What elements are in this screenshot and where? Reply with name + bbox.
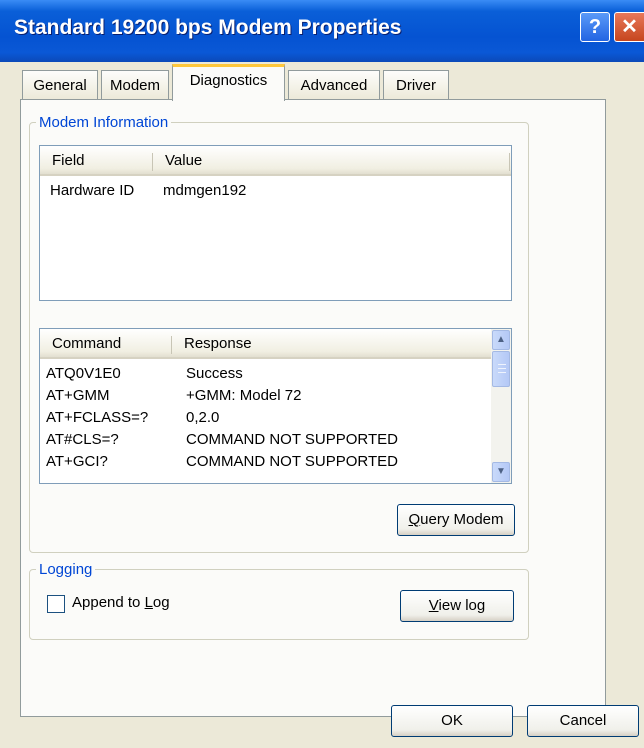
info-list-header: Field Value [40,146,511,176]
modem-info-list[interactable]: Field Value Hardware ID mdmgen192 [39,145,512,301]
command-list-header: Command Response [40,329,492,359]
close-icon: ✕ [621,16,638,38]
append-to-log-label[interactable]: Append to Log [72,594,170,611]
table-row[interactable]: AT+GMM +GMM: Model 72 [40,385,490,407]
help-icon: ? [588,16,602,38]
tab-modem[interactable]: Modem [101,70,169,100]
table-row[interactable]: ATQ0V1E0 Success [40,363,490,385]
value-cell: mdmgen192 [163,182,247,199]
vertical-scrollbar[interactable]: ▲ ▼ [491,329,511,483]
tab-general[interactable]: General [22,70,98,100]
table-row[interactable]: AT+GCI? COMMAND NOT SUPPORTED [40,451,490,473]
response-cell: +GMM: Model 72 [186,387,302,404]
table-row[interactable]: AT+FCLASS=? 0,2.0 [40,407,490,429]
field-cell: Hardware ID [50,182,135,199]
scroll-down-arrow-icon[interactable]: ▼ [492,462,510,482]
response-cell: COMMAND NOT SUPPORTED [186,431,398,448]
scroll-up-arrow-icon[interactable]: ▲ [492,330,510,350]
command-cell: AT#CLS=? [46,431,119,448]
ok-button[interactable]: OK [391,705,513,737]
table-row[interactable]: AT#CLS=? COMMAND NOT SUPPORTED [40,429,490,451]
modem-information-legend: Modem Information [39,114,169,131]
command-cell: AT+FCLASS=? [46,409,149,426]
view-log-button[interactable]: View log [400,590,514,622]
response-cell: 0,2.0 [186,409,220,426]
close-button[interactable]: ✕ [614,12,644,42]
column-header-response[interactable]: Response [172,329,492,359]
tab-advanced[interactable]: Advanced [288,70,380,100]
list-item[interactable]: Hardware ID mdmgen192 [40,180,510,202]
title-bar: Standard 19200 bps Modem Properties ? ✕ [0,0,644,62]
scroll-thumb[interactable] [492,351,510,387]
response-cell: COMMAND NOT SUPPORTED [186,453,398,470]
tab-driver[interactable]: Driver [383,70,449,100]
diagnostics-panel: Modem Information Field Value Hardware I… [20,99,606,717]
window-title: Standard 19200 bps Modem Properties [14,16,402,39]
response-cell: Success [186,365,243,382]
command-cell: ATQ0V1E0 [46,365,121,382]
logging-legend: Logging [39,561,93,578]
command-cell: AT+GCI? [46,453,108,470]
cancel-button[interactable]: Cancel [527,705,639,737]
command-cell: AT+GMM [46,387,110,404]
command-response-list[interactable]: Command Response ATQ0V1E0 Success AT+GMM… [39,328,512,484]
column-header-value[interactable]: Value [153,146,510,176]
query-modem-button[interactable]: Query Modem [397,504,515,536]
tab-diagnostics[interactable]: Diagnostics [172,64,285,101]
append-to-log-checkbox[interactable] [47,595,65,613]
help-button[interactable]: ? [580,12,610,42]
column-header-field[interactable]: Field [40,146,153,176]
column-header-command[interactable]: Command [40,329,172,359]
